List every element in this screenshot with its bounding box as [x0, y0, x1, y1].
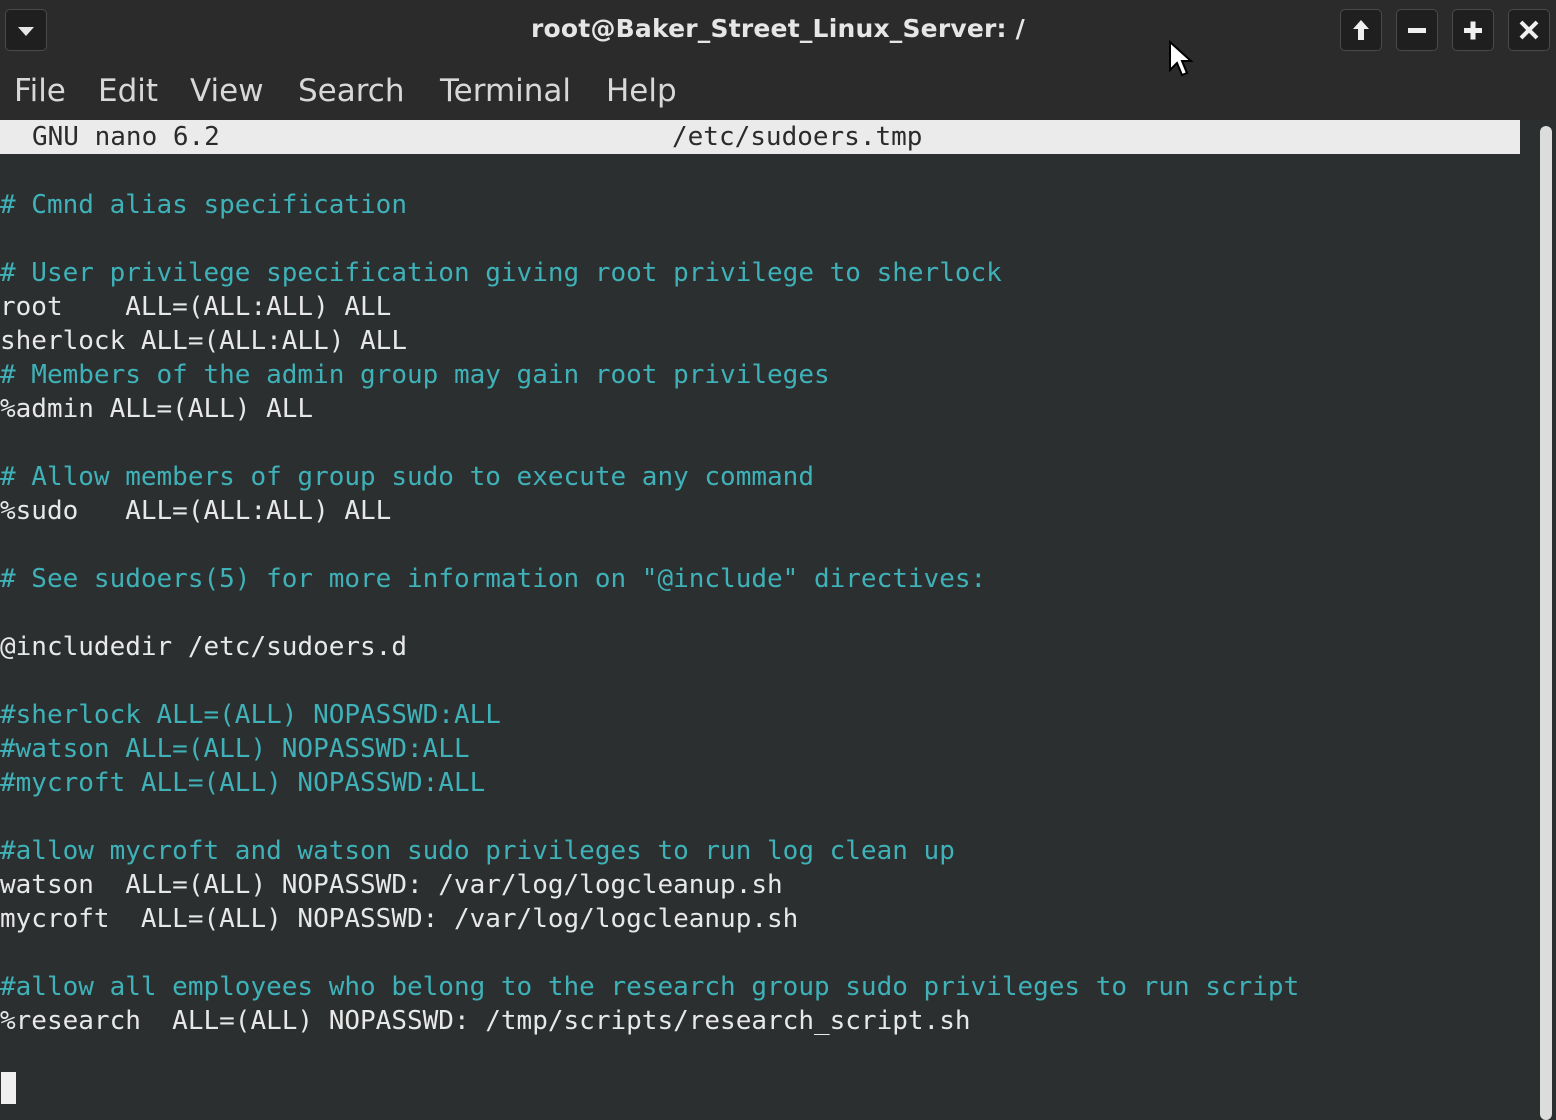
scrollbar[interactable] — [1538, 120, 1556, 1120]
editor-comment-line: # Members of the admin group may gain ro… — [0, 360, 830, 390]
nano-header-bar: GNU nano 6.2 /etc/sudoers.tmp — [0, 120, 1520, 154]
nano-filename: /etc/sudoers.tmp — [672, 122, 923, 152]
window-title: root@Baker_Street_Linux_Server: / — [531, 14, 1025, 43]
editor-comment-line: # Cmnd alias specification — [0, 190, 407, 220]
menu-file[interactable]: File — [14, 73, 66, 109]
minimize-button[interactable] — [1396, 9, 1438, 51]
keep-above-button[interactable] — [1340, 9, 1382, 51]
editor-comment-line: #allow all employees who belong to the r… — [0, 972, 1300, 1002]
editor-comment-line: # See sudoers(5) for more information on… — [0, 564, 987, 594]
editor-line: %sudo ALL=(ALL:ALL) ALL — [0, 496, 392, 526]
menu-view[interactable]: View — [190, 73, 264, 109]
editor-line: sherlock ALL=(ALL:ALL) ALL — [0, 326, 407, 356]
editor-line: watson ALL=(ALL) NOPASSWD: /var/log/logc… — [0, 870, 783, 900]
plus-icon — [1464, 21, 1482, 40]
scrollbar-thumb[interactable] — [1540, 126, 1552, 1120]
close-button[interactable] — [1508, 9, 1550, 51]
editor-comment-line: # Allow members of group sudo to execute… — [0, 462, 814, 492]
menu-bar: File Edit View Search Terminal Help — [0, 62, 1556, 120]
terminal-area[interactable]: GNU nano 6.2 /etc/sudoers.tmp # Cmnd ali… — [0, 120, 1538, 1120]
arrow-up-icon — [1353, 20, 1369, 40]
editor-comment-line: # User privilege specification giving ro… — [0, 258, 1002, 288]
minus-icon — [1408, 28, 1426, 33]
editor-line: %admin ALL=(ALL) ALL — [0, 394, 314, 424]
editor-comment-line: #allow mycroft and watson sudo privilege… — [0, 836, 955, 866]
text-cursor — [1, 1072, 16, 1104]
editor-line: %research ALL=(ALL) NOPASSWD: /tmp/scrip… — [0, 1006, 971, 1036]
menu-help[interactable]: Help — [606, 73, 677, 109]
editor-line: root ALL=(ALL:ALL) ALL — [0, 292, 392, 322]
editor-line: @includedir /etc/sudoers.d — [0, 632, 407, 662]
editor-comment-line: #sherlock ALL=(ALL) NOPASSWD:ALL — [0, 700, 501, 730]
nano-version: GNU nano 6.2 — [32, 122, 220, 152]
maximize-button[interactable] — [1452, 9, 1494, 51]
editor-line: mycroft ALL=(ALL) NOPASSWD: /var/log/log… — [0, 904, 799, 934]
close-icon — [1519, 20, 1539, 40]
editor-comment-line: #watson ALL=(ALL) NOPASSWD:ALL — [0, 734, 470, 764]
mouse-pointer-icon — [1169, 40, 1194, 77]
terminal-window: root@Baker_Street_Linux_Server: / File E… — [0, 0, 1556, 1120]
menu-search[interactable]: Search — [298, 73, 405, 109]
menu-edit[interactable]: Edit — [98, 73, 158, 109]
menu-terminal[interactable]: Terminal — [440, 73, 571, 109]
editor-comment-line: #mycroft ALL=(ALL) NOPASSWD:ALL — [0, 768, 486, 798]
title-bar[interactable]: root@Baker_Street_Linux_Server: / — [0, 0, 1556, 62]
